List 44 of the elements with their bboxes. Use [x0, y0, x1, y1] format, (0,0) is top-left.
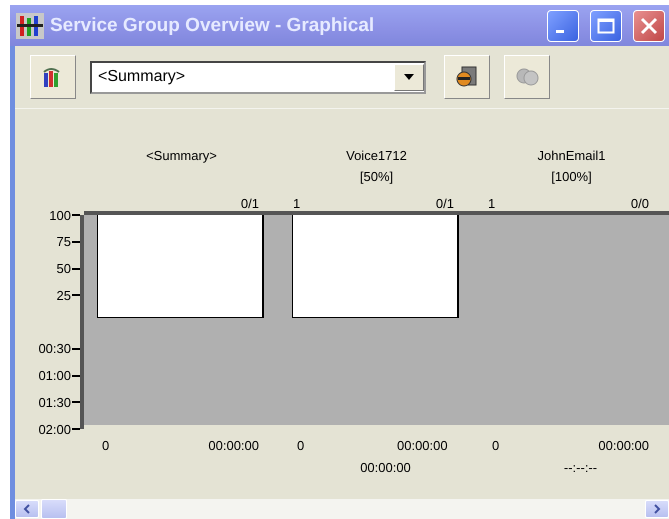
count-value: 0: [102, 437, 110, 455]
close-icon: [640, 16, 658, 34]
time-value: 00:00:00: [598, 437, 649, 455]
group-name: Voice1712: [346, 147, 407, 165]
axis-tick-label: 00:30: [38, 341, 71, 356]
ratio-label: 0/1: [240, 195, 259, 213]
axis-tick-label: 01:00: [38, 368, 71, 383]
app-icon: [16, 12, 44, 38]
axis-tick-label: 50: [56, 261, 71, 276]
axis-tick-label: 01:30: [38, 394, 71, 410]
ratio-label: 0/1: [436, 195, 454, 213]
scrollbar-thumb[interactable]: [41, 499, 67, 519]
scroll-right-button[interactable]: [645, 500, 669, 518]
maximize-icon: [597, 18, 615, 34]
time-value: --:--:--: [562, 459, 598, 477]
chart-button[interactable]: [30, 55, 76, 99]
caret-icon: [403, 73, 415, 81]
close-button[interactable]: [633, 10, 665, 42]
gears-button[interactable]: [504, 55, 550, 99]
axis-tick-label: 02:00: [38, 422, 71, 436]
minimize-button[interactable]: [547, 10, 579, 42]
group-selector[interactable]: <Summary>: [90, 60, 426, 94]
headset-icon: [455, 65, 479, 89]
ratio-label: 0/0: [630, 195, 649, 213]
count-label: 1: [488, 195, 496, 213]
group-name: <Summary>: [146, 147, 217, 165]
minimize-icon: [556, 30, 564, 33]
count-value: 0: [297, 437, 306, 455]
time-value: 00:00:00: [397, 437, 449, 455]
time-value: 00:00:00: [208, 437, 259, 455]
count-label: 1: [293, 195, 300, 213]
headset-button[interactable]: [444, 55, 490, 99]
percent-label: [100%]: [551, 168, 592, 186]
axis-tick-label: 25: [56, 288, 71, 303]
count-value: 0: [492, 437, 500, 455]
axis-tick-label: 75: [56, 234, 71, 250]
percent-label: [50%]: [360, 168, 394, 186]
axis-tick-label: 100: [49, 208, 71, 222]
group-name: JohnEmail1: [538, 147, 606, 165]
maximize-button[interactable]: [590, 10, 622, 42]
window-title: Service Group Overview - Graphical: [50, 14, 376, 36]
dropdown-arrow-button[interactable]: [394, 64, 424, 90]
scroll-left-button[interactable]: [15, 500, 39, 518]
time-value: 00:00:00: [359, 459, 412, 477]
